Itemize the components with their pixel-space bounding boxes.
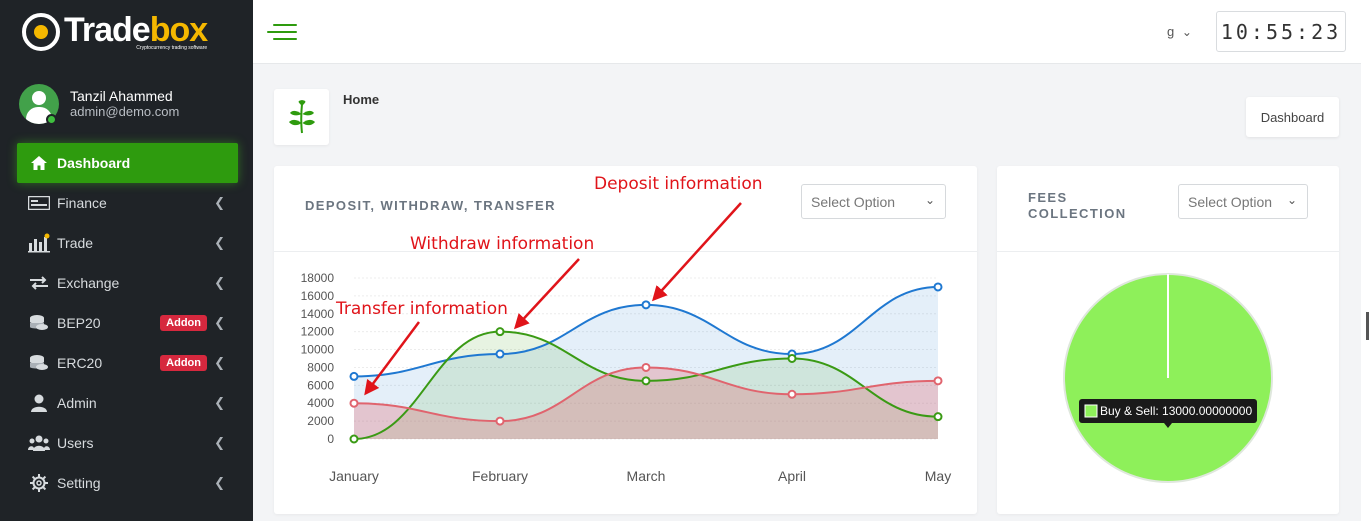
withdraw-point[interactable] (933, 412, 943, 422)
deposit-annotation-arrow (651, 202, 742, 302)
page-title: Home (343, 92, 380, 107)
clock-display: 10:55:23 (1216, 11, 1346, 52)
money-icon (28, 195, 50, 211)
sidebar-item-exchange[interactable]: Exchange ❮ (0, 263, 253, 303)
area-line-chart: 0 2000 4000 6000 8000 10000 12000 14000 16000 180… (301, 202, 951, 484)
addon-badge: Addon (160, 355, 207, 371)
transfer-annotation: Transfer information (336, 299, 508, 319)
sidebar-item-admin[interactable]: Admin ❮ (0, 383, 253, 423)
brand-name-part2: box (149, 11, 208, 49)
x-tick-label: May (925, 468, 951, 484)
coins-icon (28, 315, 50, 331)
chevron-left-icon: ❮ (214, 275, 225, 290)
exchange-icon (28, 275, 50, 291)
transfer-point[interactable] (787, 389, 797, 399)
x-tick-label: April (778, 468, 806, 484)
chevron-left-icon: ❮ (214, 315, 225, 330)
transfer-point[interactable] (495, 416, 505, 426)
sidebar-item-users[interactable]: Users ❮ (0, 423, 253, 463)
transfer-point[interactable] (641, 362, 651, 372)
deposit-point[interactable] (933, 282, 943, 292)
dashboard-button[interactable]: Dashboard (1246, 97, 1339, 137)
y-tick-label: 4000 (307, 396, 334, 410)
sidebar-item-dashboard[interactable]: Dashboard (17, 143, 238, 183)
y-tick-label: 18000 (301, 271, 335, 285)
deposit-withdraw-transfer-card: DEPOSIT, WITHDRAW, TRANSFER Select Optio… (274, 166, 977, 514)
brand-tagline: Cryptocurrency trading software (136, 45, 208, 51)
y-tick-label: 8000 (307, 360, 334, 374)
profile-name: Tanzil Ahammed (70, 88, 173, 104)
sidebar-item-label: Dashboard (57, 155, 131, 171)
x-tick-label: February (472, 468, 528, 484)
sidebar-item-label: ERC20 (57, 355, 103, 371)
y-tick-label: 2000 (307, 414, 334, 428)
withdraw-annotation-arrow (513, 258, 580, 330)
fees-collection-card: FEES COLLECTION Select Option ⌄ Buy & Se… (997, 166, 1339, 514)
y-tick-label: 6000 (307, 378, 334, 392)
sidebar-item-bep20[interactable]: BEP20 Addon ❮ (0, 303, 253, 343)
deposit-point[interactable] (349, 371, 359, 381)
chevron-left-icon: ❮ (214, 355, 225, 370)
chevron-down-icon: ⌄ (1181, 25, 1192, 39)
menu-toggle-icon[interactable] (267, 22, 297, 42)
withdraw-point[interactable] (787, 354, 797, 363)
chevron-left-icon: ❮ (214, 195, 225, 210)
pie-chart: Buy & Sell: 13000.00000000 (1063, 273, 1273, 483)
y-tick-label: 12000 (301, 325, 335, 339)
chevron-left-icon: ❮ (214, 395, 225, 410)
chevron-left-icon: ❮ (214, 235, 225, 250)
sidebar-item-label: Trade (57, 235, 94, 251)
users-icon (28, 435, 50, 451)
online-status-icon (46, 114, 57, 125)
user-profile[interactable]: Tanzil Ahammed admin@demo.com (0, 64, 253, 124)
language-selector[interactable]: g ⌄ (1167, 24, 1192, 39)
chart-bar-icon (28, 233, 50, 253)
sidebar-nav: Dashboard Finance ❮ Trade ❮ Exchange ❮ B… (0, 143, 253, 503)
withdraw-annotation: Withdraw information (410, 234, 595, 254)
profile-email: admin@demo.com (70, 104, 180, 119)
y-tick-label: 14000 (301, 307, 335, 321)
sidebar-item-label: Setting (57, 475, 101, 491)
tooltip-color-swatch (1084, 404, 1098, 418)
x-tick-label: March (627, 468, 666, 484)
language-label: g (1167, 24, 1175, 39)
sidebar-item-finance[interactable]: Finance ❮ (0, 183, 253, 223)
gear-icon (28, 474, 50, 492)
topbar: g ⌄ 10:55:23 (253, 0, 1361, 64)
deposit-point[interactable] (641, 300, 651, 310)
page-scrollbar[interactable] (1361, 0, 1369, 521)
sidebar-item-label: Exchange (57, 275, 120, 291)
withdraw-point[interactable] (641, 376, 651, 386)
y-tick-label: 10000 (301, 343, 335, 357)
home-icon (28, 155, 50, 171)
logo-icon (22, 13, 60, 51)
deposit-point[interactable] (495, 349, 505, 359)
brand-name-part1: Trade (64, 11, 151, 49)
y-tick-label: 16000 (301, 289, 335, 303)
deposit-annotation: Deposit information (594, 174, 763, 194)
tooltip-text: Buy & Sell: 13000.00000000 (1100, 404, 1252, 418)
coins-icon (28, 355, 50, 371)
sidebar-item-erc20[interactable]: ERC20 Addon ❮ (0, 343, 253, 383)
transfer-point[interactable] (933, 376, 943, 386)
sidebar-item-label: Users (57, 435, 94, 451)
sidebar: Tradebox Cryptocurrency trading software… (0, 0, 253, 521)
x-tick-label: January (329, 468, 379, 484)
sidebar-item-label: Admin (57, 395, 97, 411)
brand-logo[interactable]: Tradebox Cryptocurrency trading software (0, 0, 253, 64)
sidebar-item-trade[interactable]: Trade ❮ (0, 223, 253, 263)
leaf-icon (274, 89, 329, 145)
user-icon (28, 394, 50, 412)
sidebar-item-setting[interactable]: Setting ❮ (0, 463, 253, 503)
chevron-left-icon: ❮ (214, 475, 225, 490)
y-tick-label: 0 (327, 432, 334, 446)
transfer-point[interactable] (349, 398, 359, 408)
withdraw-point[interactable] (349, 434, 359, 444)
addon-badge: Addon (160, 315, 207, 331)
sidebar-item-label: BEP20 (57, 315, 101, 331)
withdraw-point[interactable] (495, 327, 505, 337)
sidebar-item-label: Finance (57, 195, 107, 211)
chevron-left-icon: ❮ (214, 435, 225, 450)
